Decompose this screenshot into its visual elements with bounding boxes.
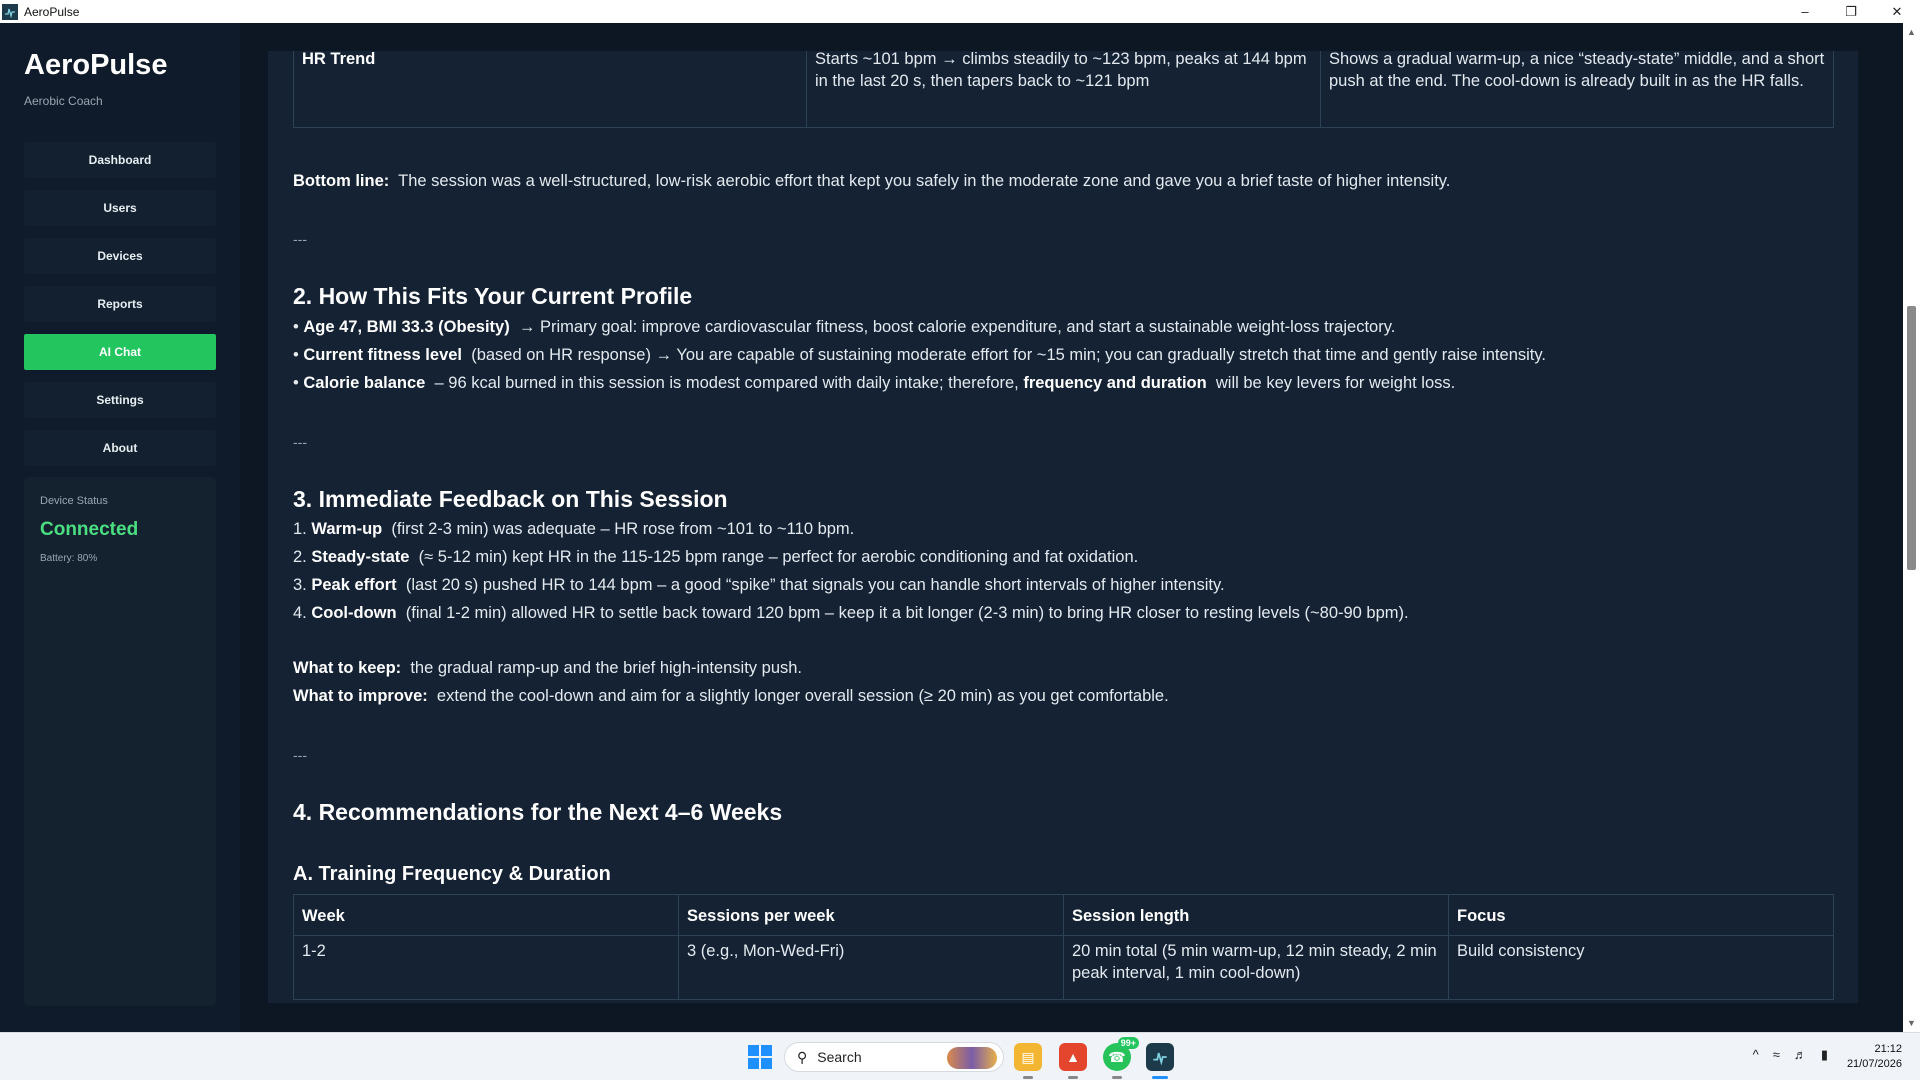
device-status-value: Connected xyxy=(40,519,139,540)
list-item: • Calorie balance – 96 kcal burned in th… xyxy=(293,374,1456,392)
file-explorer-icon[interactable]: ▤ xyxy=(1014,1043,1042,1079)
sidebar-item-dashboard[interactable]: Dashboard xyxy=(24,142,216,178)
sidebar-item-about[interactable]: About xyxy=(24,430,216,466)
table-cell: 1-2 xyxy=(293,935,679,1000)
separator: --- xyxy=(293,231,307,247)
brand-title: AeroPulse xyxy=(24,49,168,81)
vertical-scrollbar[interactable]: ▲ ▼ xyxy=(1903,23,1920,1032)
whatsapp-icon[interactable]: ☎ 99+ xyxy=(1103,1037,1139,1079)
table-header-row: Week Sessions per week Session length Fo… xyxy=(293,894,1834,936)
sidebar-item-devices[interactable]: Devices xyxy=(24,238,216,274)
table-cell: HR Trend xyxy=(293,51,807,128)
table-row: HR Trend Starts ~101 bpm → climbs steadi… xyxy=(293,51,1834,128)
scrollbar-thumb[interactable] xyxy=(1907,306,1916,570)
column-header: Session length xyxy=(1063,894,1449,936)
minimize-button[interactable]: – xyxy=(1782,0,1828,23)
maximize-button[interactable]: ❐ xyxy=(1828,0,1874,23)
windows-start-icon[interactable] xyxy=(748,1045,772,1069)
list-item: 2. Steady-state (≈ 5-12 min) kept HR in … xyxy=(293,548,1139,566)
scroll-down-icon[interactable]: ▼ xyxy=(1907,1018,1916,1028)
bottom-line-paragraph: Bottom line: The session was a well-stru… xyxy=(293,172,1451,190)
volume-icon[interactable]: ♬ xyxy=(1794,1047,1807,1063)
table-row: 1-2 3 (e.g., Mon-Wed-Fri) 20 min total (… xyxy=(293,935,1834,1000)
list-item: • Age 47, BMI 33.3 (Obesity) → Primary g… xyxy=(293,318,1396,336)
list-item: 1. Warm-up (first 2-3 min) was adequate … xyxy=(293,520,855,538)
table-cell: Starts ~101 bpm → climbs steadily to ~12… xyxy=(806,51,1321,128)
taskbar-clock[interactable]: 21:12 21/07/2026 xyxy=(1847,1042,1902,1072)
system-tray: ^ ≈ ♬ ▮ xyxy=(1753,1047,1828,1063)
title-bar: AeroPulse – ❐ ✕ xyxy=(0,0,1920,23)
table-cell: 3 (e.g., Mon-Wed-Fri) xyxy=(678,935,1064,1000)
window-title: AeroPulse xyxy=(24,4,80,19)
table-cell: Shows a gradual warm-up, a nice “steady-… xyxy=(1320,51,1834,128)
device-status-title: Device Status xyxy=(40,495,108,507)
list-item: 4. Cool-down (final 1-2 min) allowed HR … xyxy=(293,604,1409,622)
column-header: Focus xyxy=(1448,894,1834,936)
sidebar: AeroPulse Aerobic Coach Dashboard Users … xyxy=(0,23,240,1032)
keep-line: What to keep: the gradual ramp-up and th… xyxy=(293,659,803,677)
section-heading: 4. Recommendations for the Next 4–6 Week… xyxy=(293,799,783,825)
hr-summary-table: HR Trend Starts ~101 bpm → climbs steadi… xyxy=(293,51,1834,128)
table-cell: 20 min total (5 min warm-up, 12 min stea… xyxy=(1063,935,1449,1000)
sidebar-item-users[interactable]: Users xyxy=(24,190,216,226)
sidebar-item-ai-chat[interactable]: AI Chat xyxy=(24,334,216,370)
section-heading: 3. Immediate Feedback on This Session xyxy=(293,486,728,512)
brand-subtitle: Aerobic Coach xyxy=(24,94,103,108)
brave-browser-icon[interactable]: ▲ xyxy=(1059,1043,1087,1079)
device-status-card: Device Status Connected Battery: 80% xyxy=(24,477,216,1006)
search-highlight-icon xyxy=(947,1047,997,1069)
section-heading: 2. How This Fits Your Current Profile xyxy=(293,283,693,309)
training-plan-table: Week Sessions per week Session length Fo… xyxy=(293,894,1834,1000)
sidebar-item-reports[interactable]: Reports xyxy=(24,286,216,322)
clock-time: 21:12 xyxy=(1874,1043,1902,1055)
notification-badge: 99+ xyxy=(1117,1037,1139,1049)
app-logo-icon xyxy=(2,3,18,20)
feedback-list: 1. Warm-up (first 2-3 min) was adequate … xyxy=(293,515,1409,627)
sidebar-nav: Dashboard Users Devices Reports AI Chat … xyxy=(24,142,216,478)
wifi-icon[interactable]: ≈ xyxy=(1773,1047,1780,1063)
chevron-up-icon[interactable]: ^ xyxy=(1753,1047,1759,1063)
taskbar: ⚲ Search ▤ ▲ ☎ 99+ ^ ≈ ♬ ▮ 21:12 21/07/20… xyxy=(0,1032,1920,1080)
search-icon: ⚲ xyxy=(797,1048,808,1065)
separator: --- xyxy=(293,434,307,450)
column-header: Week xyxy=(293,894,679,936)
profile-bullets: • Age 47, BMI 33.3 (Obesity) → Primary g… xyxy=(293,313,1546,397)
battery-level: Battery: 80% xyxy=(40,553,98,564)
aeropulse-taskbar-icon[interactable] xyxy=(1146,1043,1174,1079)
taskbar-search[interactable]: ⚲ Search xyxy=(784,1042,1004,1072)
list-item: 3. Peak effort (last 20 s) pushed HR to … xyxy=(293,576,1225,594)
chat-message-panel: HR Trend Starts ~101 bpm → climbs steadi… xyxy=(268,51,1858,1003)
improve-line: What to improve: extend the cool-down an… xyxy=(293,687,1169,705)
scroll-up-icon[interactable]: ▲ xyxy=(1907,27,1916,37)
column-header: Sessions per week xyxy=(678,894,1064,936)
sidebar-item-settings[interactable]: Settings xyxy=(24,382,216,418)
search-label: Search xyxy=(817,1049,862,1065)
close-button[interactable]: ✕ xyxy=(1874,0,1920,23)
battery-icon[interactable]: ▮ xyxy=(1821,1047,1828,1063)
subsection-heading: A. Training Frequency & Duration xyxy=(293,863,611,885)
list-item: • Current fitness level (based on HR res… xyxy=(293,346,1546,364)
separator: --- xyxy=(293,747,307,763)
keep-improve: What to keep: the gradual ramp-up and th… xyxy=(293,654,1169,710)
clock-date: 21/07/2026 xyxy=(1846,1058,1902,1070)
table-cell: Build consistency xyxy=(1448,935,1834,1000)
